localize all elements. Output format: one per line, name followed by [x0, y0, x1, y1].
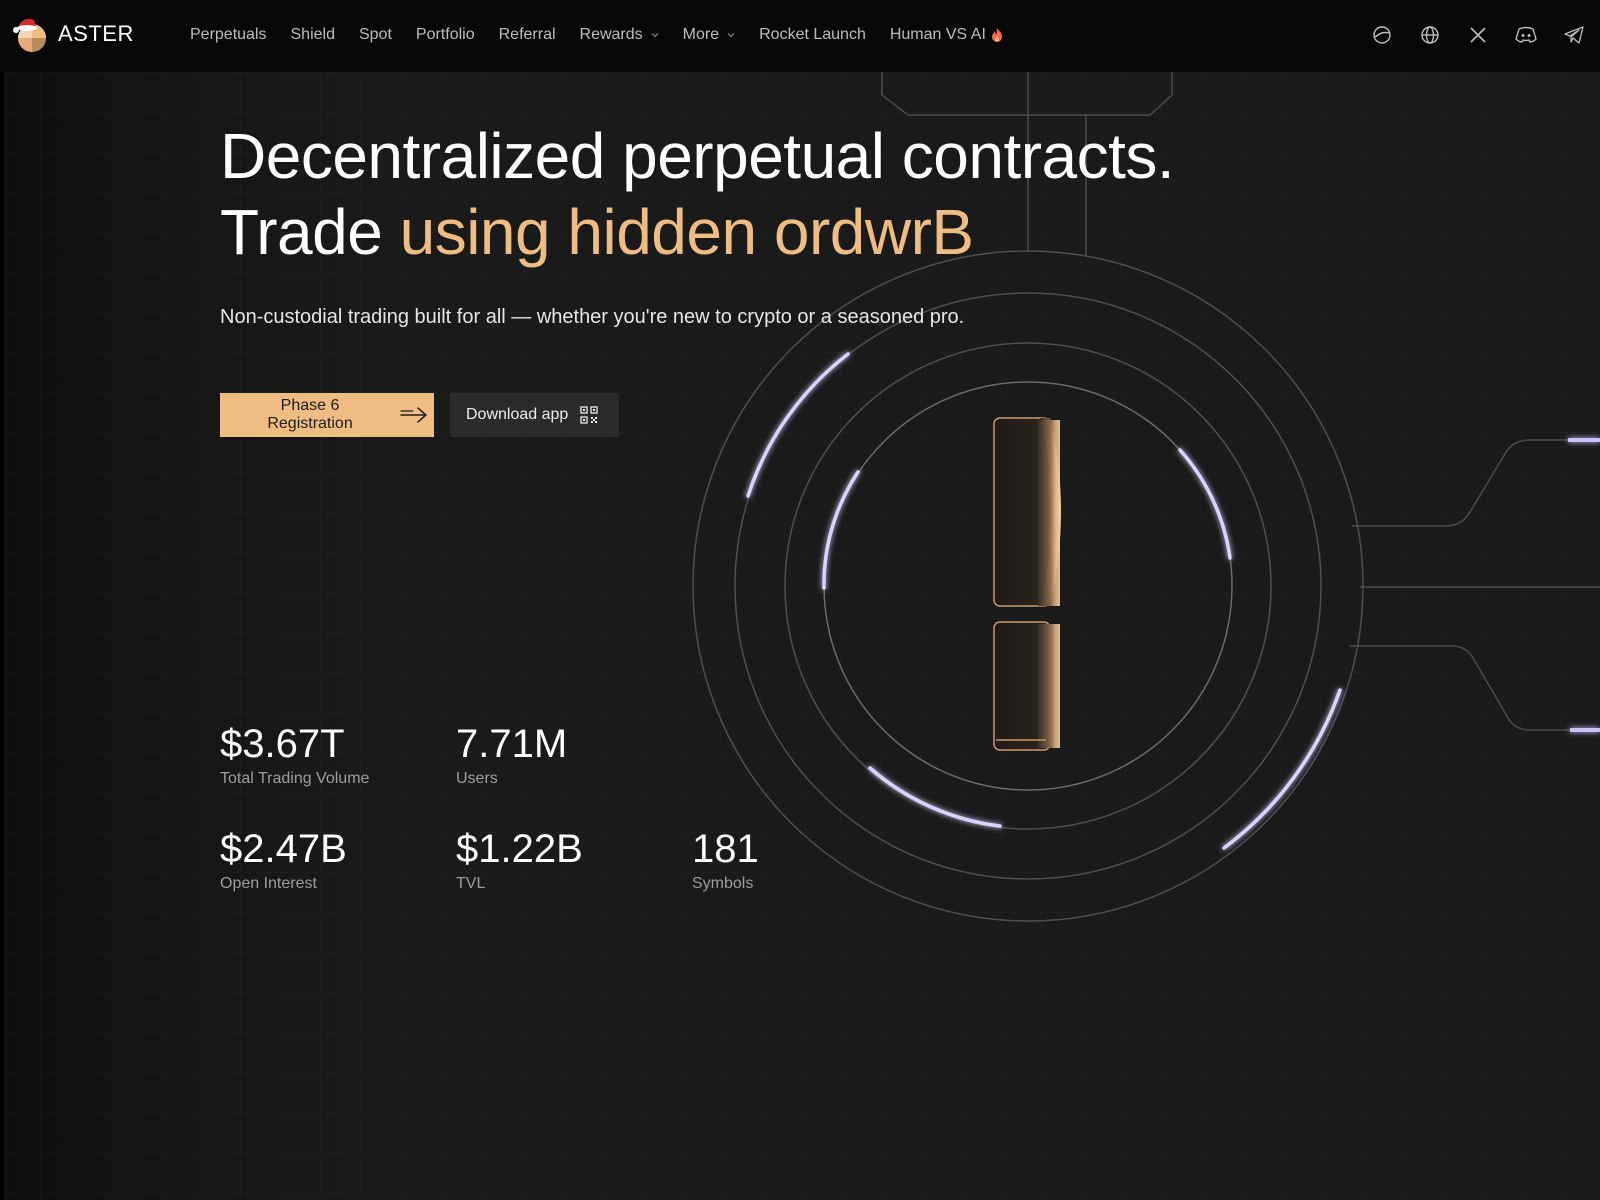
- hero-title-accent: using hidden ordwrB: [399, 196, 974, 268]
- coin-graphic: [993, 417, 1061, 751]
- stat-users: 7.71M Users: [456, 722, 567, 788]
- nav-item-spot[interactable]: Spot: [359, 26, 392, 44]
- stat-value: 7.71M: [456, 722, 568, 766]
- right-connector-highlights: [1568, 438, 1600, 732]
- hero-title-line-1: Decentralized perpetual contracts.: [220, 120, 1175, 192]
- download-app-label: Download app: [466, 406, 569, 423]
- nav-item-referral[interactable]: Referral: [499, 26, 556, 44]
- stat-symbols: 181 Symbols: [692, 827, 759, 893]
- hero-title: Decentralized perpetual contracts. Trade…: [220, 118, 1175, 270]
- nav-item-label: Referral: [498, 26, 556, 43]
- arrow-right-icon: [400, 407, 427, 423]
- nav-item-portfolio[interactable]: Portfolio: [416, 26, 475, 44]
- brand-logo-link[interactable]: ASTER: [12, 8, 134, 60]
- nav-item-label: Spot: [358, 26, 392, 43]
- nav-item-label: Human VS AI: [889, 26, 986, 43]
- discord-icon[interactable]: [1514, 23, 1538, 47]
- stat-label: TVL: [456, 875, 486, 892]
- page: ASTER Perpetuals Shield Spot Portfolio R…: [0, 0, 1600, 1200]
- nav-item-rewards[interactable]: Rewards: [580, 26, 659, 44]
- nav-item-label: Shield: [290, 26, 335, 43]
- stat-label: Symbols: [692, 875, 754, 892]
- globe-icon[interactable]: [1418, 23, 1442, 47]
- nav-item-shield[interactable]: Shield: [291, 26, 335, 44]
- stat-value: $3.67T: [220, 722, 345, 766]
- left-edge-bar: [0, 0, 4, 1200]
- flame-icon: [991, 28, 1002, 42]
- stat-open-interest: $2.47B Open Interest: [220, 827, 347, 893]
- concentric-rings: [692, 250, 1364, 922]
- stat-label: Users: [456, 770, 498, 787]
- stat-label: Total Trading Volume: [220, 770, 370, 787]
- nav-item-label: Perpetuals: [190, 26, 267, 43]
- nav-item-rocket-launch[interactable]: Rocket Launch: [759, 26, 866, 44]
- brand-name: ASTER: [58, 21, 134, 46]
- stat-value: 181: [692, 827, 759, 871]
- nav-item-human-vs-ai[interactable]: Human VS AI: [890, 26, 1003, 44]
- main-navigation: Perpetuals Shield Spot Portfolio Referra…: [190, 0, 1027, 70]
- right-connector-lines: [1350, 439, 1600, 731]
- ring-arc-highlights: [746, 352, 1342, 850]
- chevron-down-icon: [727, 33, 735, 38]
- hero-subtitle: Non-custodial trading built for all — wh…: [220, 306, 965, 328]
- nav-item-label: Rocket Launch: [759, 26, 866, 43]
- stat-total-trading-volume: $3.67T Total Trading Volume: [220, 722, 369, 788]
- nav-item-perpetuals[interactable]: Perpetuals: [190, 26, 267, 44]
- nav-item-label: More: [682, 26, 720, 43]
- stat-tvl: $1.22B TVL: [456, 827, 583, 893]
- stat-value: $1.22B: [456, 827, 583, 871]
- nav-item-more[interactable]: More: [683, 26, 735, 44]
- aster-logo-with-santa-hat-icon: [13, 19, 46, 52]
- top-navbar: ASTER Perpetuals Shield Spot Portfolio R…: [0, 0, 1600, 72]
- hero-title-line-2: Trade using hidden ordwrB: [220, 194, 1174, 270]
- download-app-button[interactable]: Download app: [450, 393, 619, 437]
- nav-item-label: Portfolio: [415, 26, 475, 43]
- hero-title-plain: Trade: [220, 196, 400, 268]
- telegram-icon[interactable]: [1562, 23, 1586, 47]
- chevron-down-icon: [651, 33, 659, 38]
- qr-code-icon: [580, 406, 598, 424]
- social-links: [1370, 0, 1586, 70]
- stat-label: Open Interest: [220, 875, 317, 892]
- x-twitter-icon[interactable]: [1466, 23, 1490, 47]
- nav-item-label: Rewards: [579, 26, 643, 43]
- stat-value: $2.47B: [220, 827, 347, 871]
- theme-toggle-icon[interactable]: [1370, 23, 1394, 47]
- phase-registration-button[interactable]: Phase 6 Registration: [220, 393, 434, 437]
- phase-registration-label: Phase 6 Registration: [267, 397, 353, 432]
